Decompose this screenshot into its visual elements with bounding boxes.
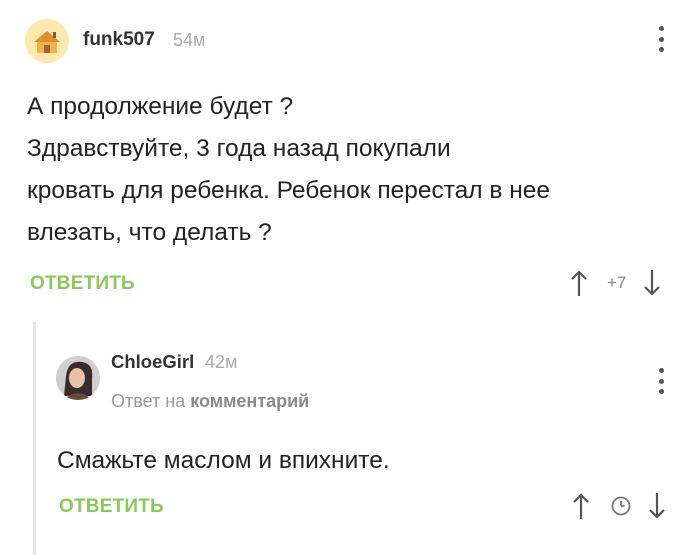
more-options-icon[interactable] bbox=[658, 368, 664, 394]
comment-text: Смажьте маслом и впихните. bbox=[57, 447, 390, 474]
downvote-arrow-icon[interactable] bbox=[647, 491, 667, 521]
reply-button[interactable]: ОТВЕТИТЬ bbox=[59, 496, 164, 518]
username[interactable]: ChloeGirl bbox=[111, 351, 194, 373]
comment-time: 42м bbox=[205, 352, 238, 372]
user-avatar[interactable] bbox=[56, 356, 100, 400]
rating-widget bbox=[571, 491, 667, 521]
thread-line bbox=[33, 322, 36, 555]
reply-to-link[interactable]: комментарий bbox=[190, 391, 309, 411]
upvote-arrow-icon[interactable] bbox=[571, 491, 591, 521]
reply-to-line: Ответ на комментарий bbox=[111, 391, 309, 412]
clock-icon bbox=[611, 496, 631, 516]
reply-comment: ChloeGirl 42м Ответ на комментарий Смажь… bbox=[0, 0, 700, 519]
reply-to-prefix: Ответ на bbox=[111, 391, 186, 411]
person-avatar-icon bbox=[56, 356, 100, 400]
